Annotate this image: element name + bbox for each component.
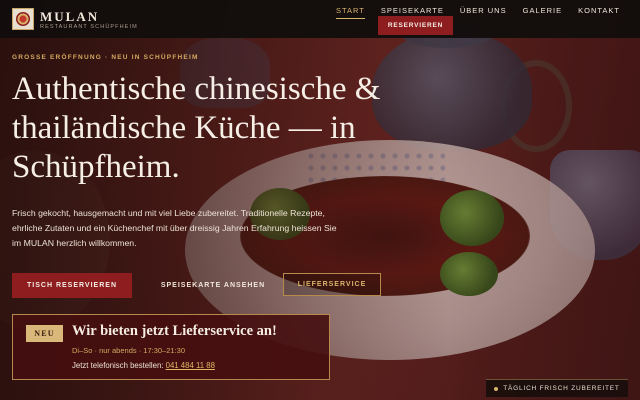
nav-item-start[interactable]: START	[328, 4, 373, 19]
delivery-announcement-card: NEU Wir bieten jetzt Lieferservice an! D…	[12, 314, 330, 380]
new-badge: NEU	[26, 325, 63, 342]
fresh-daily-label: TÄGLICH FRISCH ZUBEREITET	[503, 385, 620, 392]
delivery-hours: Di–So · nur abends · 17:30–21:30	[72, 346, 185, 355]
site-header: MULAN RESTAURANT SCHÜPFHEIM START SPEISE…	[0, 0, 640, 38]
brand-tagline: RESTAURANT SCHÜPFHEIM	[40, 24, 138, 30]
nav-item-galerie[interactable]: GALERIE	[515, 4, 571, 17]
logo-emblem-icon	[16, 12, 30, 26]
fresh-daily-badge: TÄGLICH FRISCH ZUBEREITET	[486, 379, 628, 397]
view-menu-button[interactable]: SPEISEKARTE ANSEHEN	[146, 273, 280, 298]
phone-number-link[interactable]: 041 484 11 88	[166, 361, 215, 370]
brand-name[interactable]: MULAN	[40, 9, 99, 25]
main-nav: START SPEISEKARTE ÜBER UNS GALERIE KONTA…	[328, 4, 628, 19]
dot-icon	[494, 386, 499, 391]
nav-item-ueber-uns[interactable]: ÜBER UNS	[452, 4, 515, 17]
hero-eyebrow: GROSSE ERÖFFNUNG · NEU IN SCHÜPFHEIM	[12, 54, 199, 61]
table-reserve-button[interactable]: TISCH RESERVIEREN	[12, 273, 132, 298]
mulan-logo-icon[interactable]	[12, 8, 34, 30]
order-by-phone-label: Jetzt telefonisch bestellen:	[72, 361, 164, 370]
hero-lead-text: Frisch gekocht, hausgemacht und mit viel…	[12, 208, 337, 248]
header-reserve-button[interactable]: RESERVIEREN	[378, 16, 453, 35]
delivery-service-button[interactable]: LIEFERSERVICE	[283, 273, 381, 296]
delivery-card-title: Wir bieten jetzt Lieferservice an!	[72, 323, 277, 339]
delivery-order-line: Jetzt telefonisch bestellen: 041 484 11 …	[72, 361, 215, 370]
nav-item-kontakt[interactable]: KONTAKT	[570, 4, 628, 17]
hero-headline: Authentische chinesische & thailändische…	[12, 71, 381, 185]
